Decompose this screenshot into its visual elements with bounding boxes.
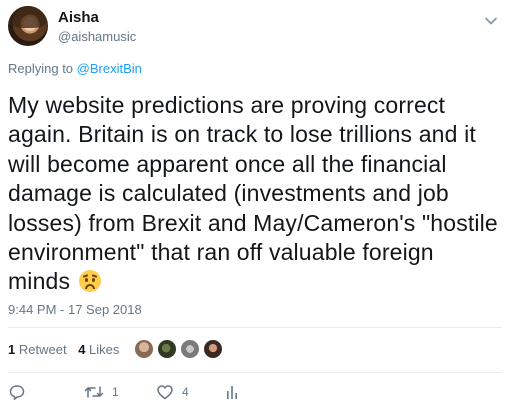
reply-to-link[interactable]: @BrexitBin — [77, 61, 142, 76]
retweet-count: 1 — [112, 385, 119, 399]
tweet-card: Aisha @aishamusic Replying to @BrexitBin… — [0, 0, 508, 404]
author-handle[interactable]: @aishamusic — [58, 29, 136, 44]
retweets-count: 1 — [8, 342, 16, 357]
retweets-label: Retweet — [18, 342, 67, 357]
tweet-actions: 1 4 — [8, 382, 502, 402]
replying-to: Replying to @BrexitBin — [8, 61, 142, 76]
reply-button[interactable] — [8, 382, 26, 402]
avatar[interactable] — [133, 338, 155, 360]
retweet-icon — [84, 386, 104, 398]
worried-face-icon — [78, 270, 101, 293]
likes-stat[interactable]: 4 Likes — [78, 342, 119, 357]
tweet-text-container: My website predictions are proving corre… — [8, 91, 502, 297]
heart-icon — [157, 385, 173, 400]
avatar[interactable] — [156, 338, 178, 360]
tweet-text: My website predictions are proving corre… — [8, 92, 498, 295]
avatar[interactable] — [179, 338, 201, 360]
tweet-header: Aisha @aishamusic — [8, 6, 508, 50]
analytics-button[interactable] — [224, 382, 240, 402]
avatar[interactable] — [8, 6, 48, 46]
likes-label: Likes — [89, 342, 120, 357]
avatar[interactable] — [202, 338, 224, 360]
tweet-stats: 1 Retweet 4 Likes — [8, 342, 119, 357]
reply-icon — [9, 385, 25, 400]
like-button[interactable]: 4 — [156, 382, 189, 402]
likes-count: 4 — [78, 342, 86, 357]
retweets-stat[interactable]: 1 Retweet — [8, 342, 67, 357]
author-name[interactable]: Aisha — [58, 9, 99, 26]
analytics-icon — [227, 386, 237, 399]
retweet-button[interactable]: 1 — [84, 382, 119, 402]
chevron-down-icon[interactable] — [484, 14, 498, 28]
tweet-timestamp[interactable]: 9:44 PM - 17 Sep 2018 — [8, 302, 142, 317]
divider — [8, 372, 502, 373]
reply-prefix: Replying to — [8, 61, 77, 76]
like-count: 4 — [182, 385, 189, 399]
divider — [8, 327, 502, 328]
